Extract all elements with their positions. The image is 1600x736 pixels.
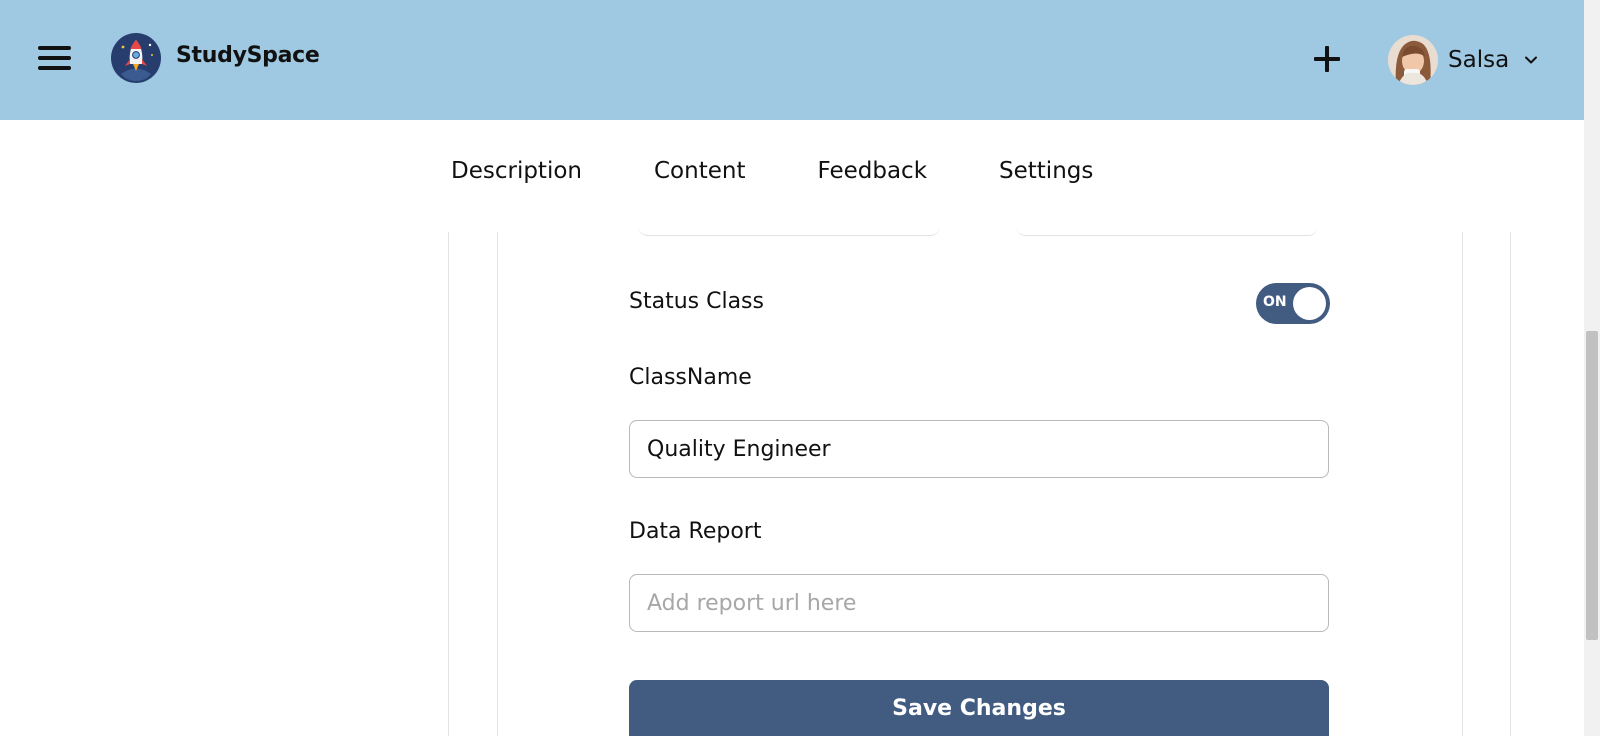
hamburger-menu-icon[interactable] xyxy=(38,46,72,70)
chevron-down-icon[interactable] xyxy=(1523,52,1539,68)
toggle-knob xyxy=(1293,287,1326,320)
data-report-label: Data Report xyxy=(629,519,762,544)
brand-name[interactable]: StudySpace xyxy=(176,43,320,68)
classname-label: ClassName xyxy=(629,365,752,390)
card-border-left xyxy=(497,232,498,736)
toggle-state-text: ON xyxy=(1263,294,1287,310)
avatar[interactable] xyxy=(1388,35,1438,85)
card-border-right xyxy=(1462,232,1463,736)
panel-border-right xyxy=(1510,232,1511,736)
field-edge-right xyxy=(1016,222,1318,236)
panel-border-left xyxy=(448,232,449,736)
tab-feedback[interactable]: Feedback xyxy=(817,158,927,184)
top-navigation-bar: StudySpace Salsa xyxy=(0,0,1584,120)
status-class-label: Status Class xyxy=(629,289,764,314)
user-name: Salsa xyxy=(1448,47,1510,73)
user-menu[interactable]: Salsa xyxy=(1388,35,1539,85)
tab-bar: Description Content Feedback Settings xyxy=(451,158,1165,184)
save-changes-button[interactable]: Save Changes xyxy=(629,680,1329,736)
tab-settings[interactable]: Settings xyxy=(999,158,1093,184)
scrollbar-thumb[interactable] xyxy=(1586,331,1598,640)
classname-input[interactable] xyxy=(629,420,1329,478)
status-class-toggle[interactable]: ON xyxy=(1256,283,1330,324)
field-edge-left xyxy=(638,222,940,236)
rocket-logo-icon xyxy=(111,33,161,83)
tab-description[interactable]: Description xyxy=(451,158,582,184)
plus-icon[interactable] xyxy=(1314,46,1340,72)
data-report-input[interactable] xyxy=(629,574,1329,632)
tab-content[interactable]: Content xyxy=(654,158,745,184)
